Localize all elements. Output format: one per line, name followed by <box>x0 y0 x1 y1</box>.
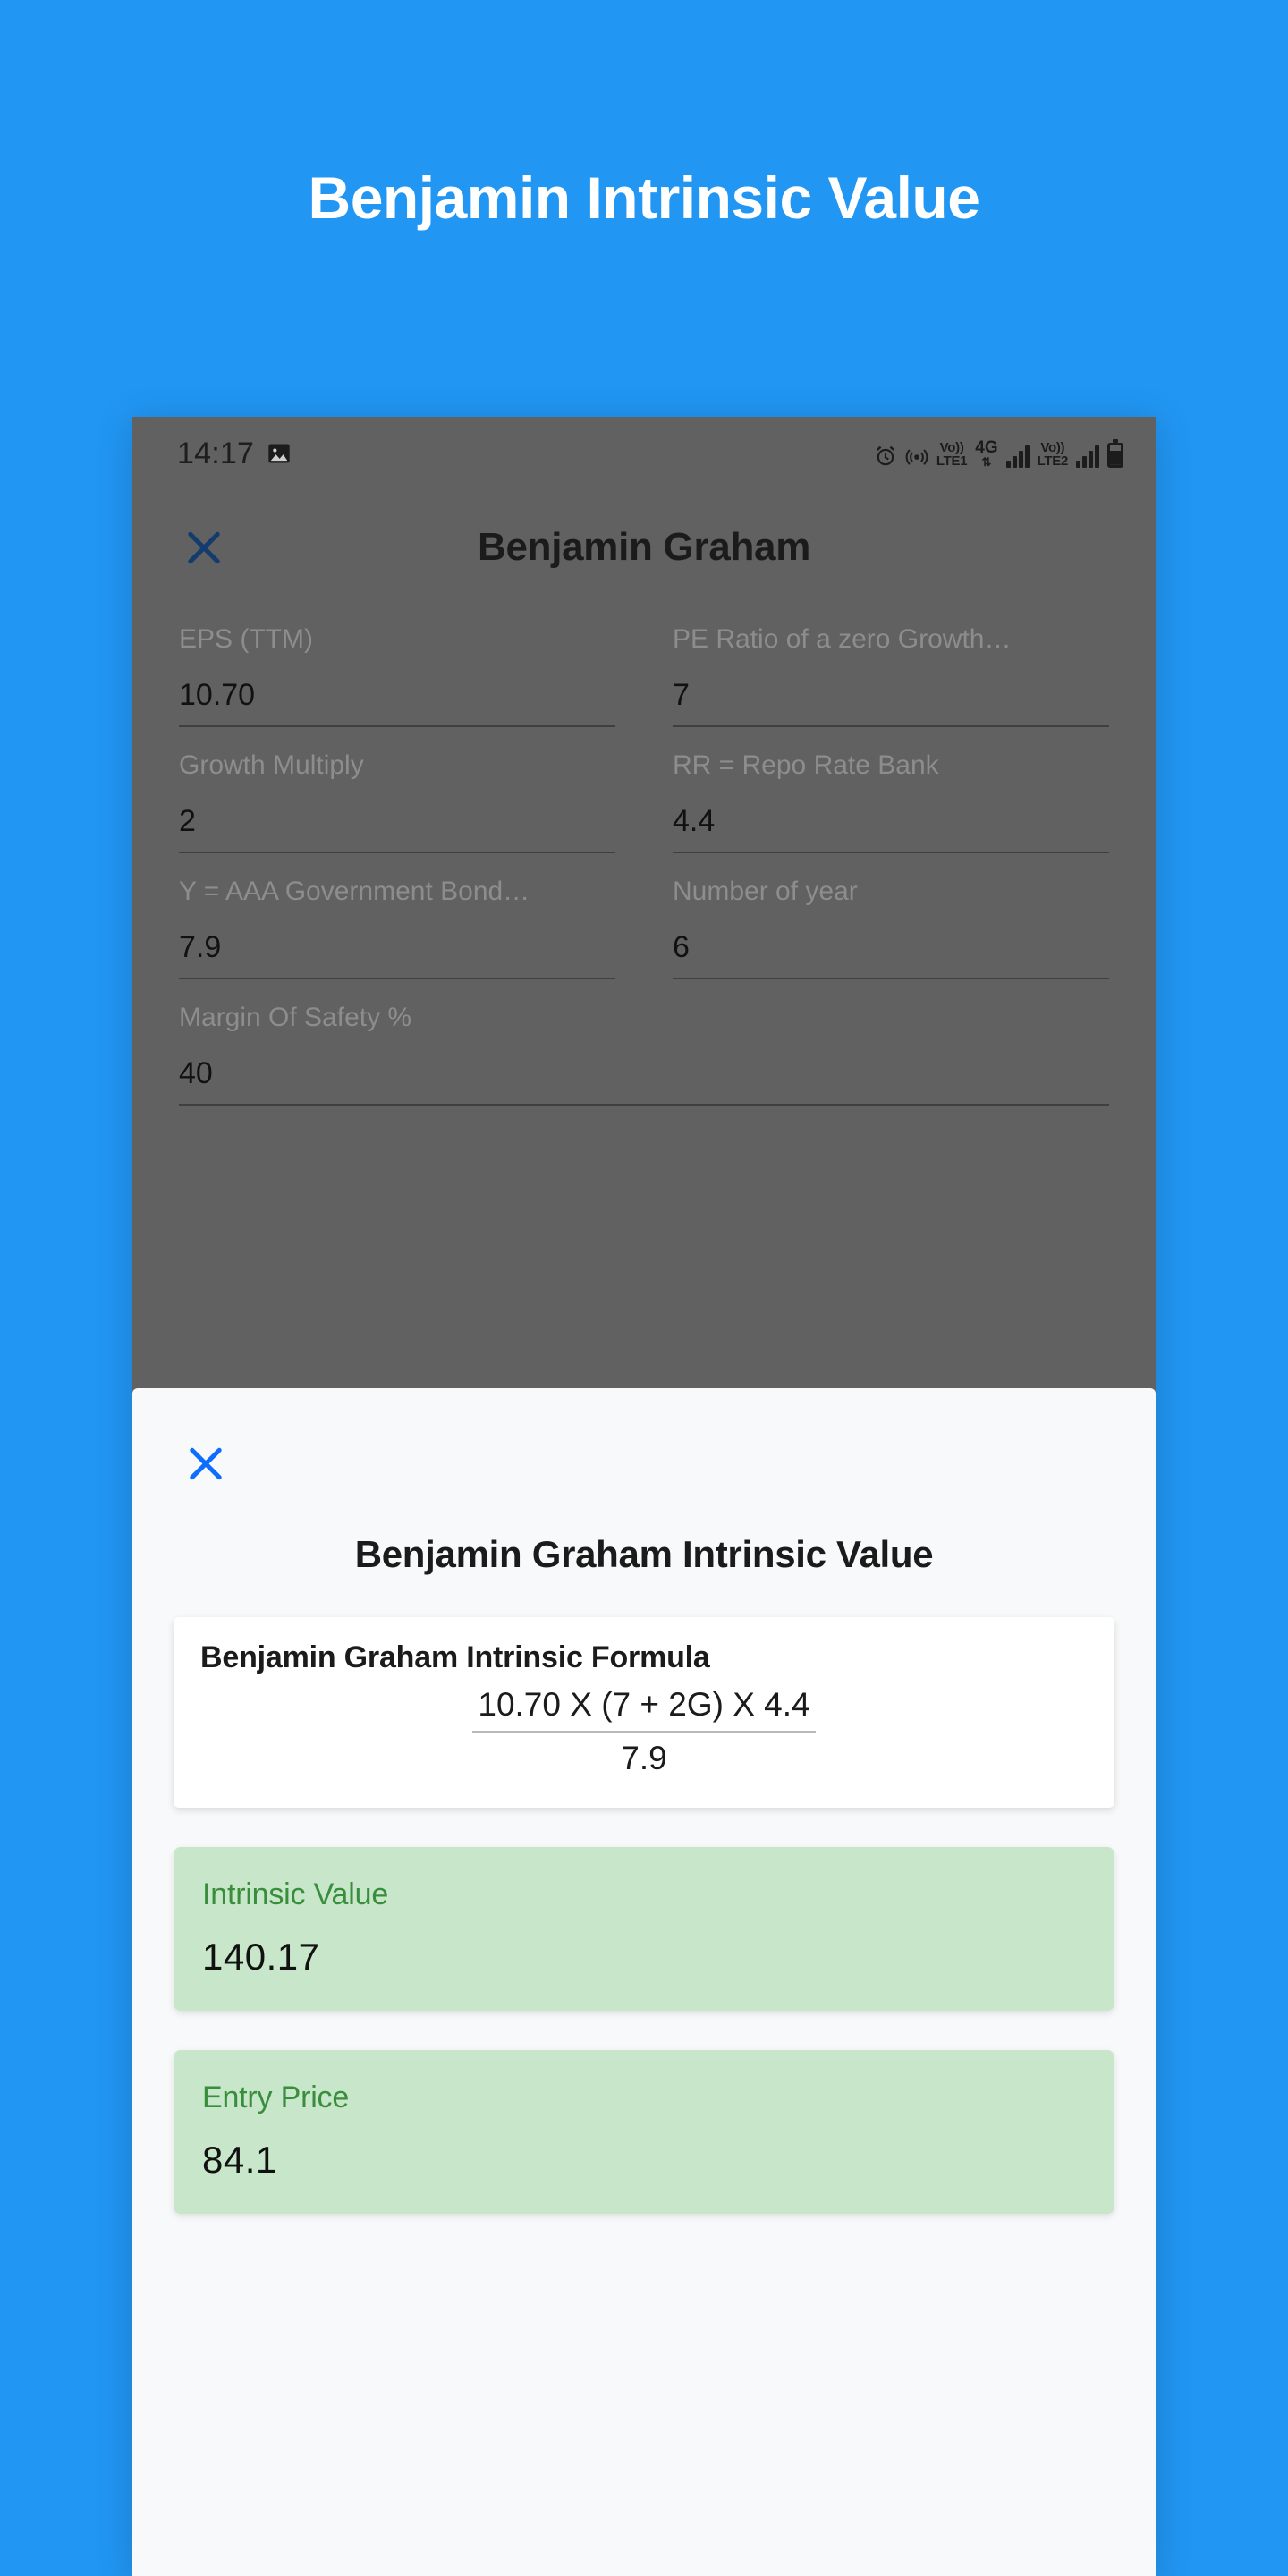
field-label: Growth Multiply <box>179 750 364 780</box>
page-root: Benjamin Intrinsic Value 14:17 Vo)) LTE1… <box>0 0 1288 2576</box>
field-label: Y = AAA Government Bond… <box>179 877 530 906</box>
formula-numerator: 10.70 X (7 + 2G) X 4.4 <box>472 1686 816 1733</box>
status-bar: 14:17 Vo)) LTE1 4G ⇅ Vo)) LTE2 <box>132 417 1156 490</box>
field-label: RR = Repo Rate Bank <box>673 750 939 780</box>
field-value[interactable]: 4.4 <box>673 804 1109 853</box>
field-aaa-government-bond[interactable]: Y = AAA Government Bond… 7.9 <box>179 877 615 1003</box>
entry-price-amount: 84.1 <box>202 2139 277 2181</box>
battery-icon <box>1107 439 1123 468</box>
field-label: Margin Of Safety % <box>179 1003 412 1032</box>
field-pe-ratio-zero-growth[interactable]: PE Ratio of a zero Growth… 7 <box>673 624 1109 750</box>
field-growth-multiply[interactable]: Growth Multiply 2 <box>179 750 615 877</box>
volte1-top-label: Vo)) <box>939 440 964 455</box>
field-value[interactable]: 6 <box>673 930 1109 979</box>
phone-screenshot-frame: 14:17 Vo)) LTE1 4G ⇅ Vo)) LTE2 Benjamin … <box>132 417 1156 2576</box>
field-value[interactable]: 2 <box>179 804 615 853</box>
page-title: Benjamin Intrinsic Value <box>308 165 980 231</box>
entry-price-card: Entry Price 84.1 <box>174 2050 1114 2214</box>
formula-card: Benjamin Graham Intrinsic Formula 10.70 … <box>174 1617 1114 1808</box>
app-bar: Benjamin Graham <box>132 490 1156 605</box>
volte1-bottom-label: LTE1 <box>936 453 968 469</box>
form-row-3: Y = AAA Government Bond… 7.9 Number of y… <box>179 877 1109 1003</box>
volte1-icon: Vo)) LTE1 <box>936 440 968 469</box>
intrinsic-value-amount: 140.17 <box>202 1936 320 1978</box>
app-bar-title: Benjamin Graham <box>477 525 811 569</box>
dimmed-app-background: 14:17 Vo)) LTE1 4G ⇅ Vo)) LTE2 Benjamin … <box>132 417 1156 1396</box>
form-row-2: Growth Multiply 2 RR = Repo Rate Bank 4.… <box>179 750 1109 877</box>
result-bottom-sheet: Benjamin Graham Intrinsic Value Benjamin… <box>132 1388 1156 2576</box>
valuation-form: EPS (TTM) 10.70 PE Ratio of a zero Growt… <box>132 605 1156 1129</box>
volte2-icon: Vo)) LTE2 <box>1037 440 1069 469</box>
field-eps-ttm[interactable]: EPS (TTM) 10.70 <box>179 624 615 750</box>
signal-bars-icon-2 <box>1076 445 1099 468</box>
field-margin-of-safety[interactable]: Margin Of Safety % 40 <box>179 1003 1109 1129</box>
intrinsic-value-label: Intrinsic Value <box>202 1877 389 1911</box>
form-row-1: EPS (TTM) 10.70 PE Ratio of a zero Growt… <box>179 624 1109 750</box>
image-icon <box>267 441 292 466</box>
field-number-of-year[interactable]: Number of year 6 <box>673 877 1109 1003</box>
formula-fraction: 10.70 X (7 + 2G) X 4.4 7.9 <box>200 1686 1088 1777</box>
formula-denominator: 7.9 <box>621 1740 667 1776</box>
field-label: Number of year <box>673 877 858 906</box>
status-bar-clock: 14:17 <box>177 436 255 470</box>
form-row-4: Margin Of Safety % 40 <box>179 1003 1109 1129</box>
network-type-label: 4G <box>975 438 998 457</box>
volte2-top-label: Vo)) <box>1040 440 1065 455</box>
formula-heading: Benjamin Graham Intrinsic Formula <box>200 1640 710 1674</box>
status-bar-left: 14:17 <box>177 436 292 471</box>
sheet-title: Benjamin Graham Intrinsic Value <box>354 1533 934 1575</box>
entry-price-label: Entry Price <box>202 2080 350 2114</box>
field-label: EPS (TTM) <box>179 624 313 654</box>
alarm-icon <box>874 445 897 468</box>
status-bar-right: Vo)) LTE1 4G ⇅ Vo)) LTE2 <box>874 439 1123 468</box>
field-value[interactable]: 7.9 <box>179 930 615 979</box>
field-value[interactable]: 10.70 <box>179 678 615 727</box>
hotspot-icon <box>905 445 928 468</box>
field-value[interactable]: 40 <box>179 1056 1109 1106</box>
field-repo-rate-bank[interactable]: RR = Repo Rate Bank 4.4 <box>673 750 1109 877</box>
sheet-close-icon[interactable] <box>182 1440 229 1487</box>
volte2-bottom-label: LTE2 <box>1037 453 1069 469</box>
network-arrows-label: ⇅ <box>981 455 992 469</box>
field-label: PE Ratio of a zero Growth… <box>673 624 1012 654</box>
intrinsic-value-card: Intrinsic Value 140.17 <box>174 1847 1114 2011</box>
4g-lte-icon: 4G ⇅ <box>975 439 997 468</box>
field-value[interactable]: 7 <box>673 678 1109 727</box>
signal-bars-icon <box>1005 445 1030 468</box>
